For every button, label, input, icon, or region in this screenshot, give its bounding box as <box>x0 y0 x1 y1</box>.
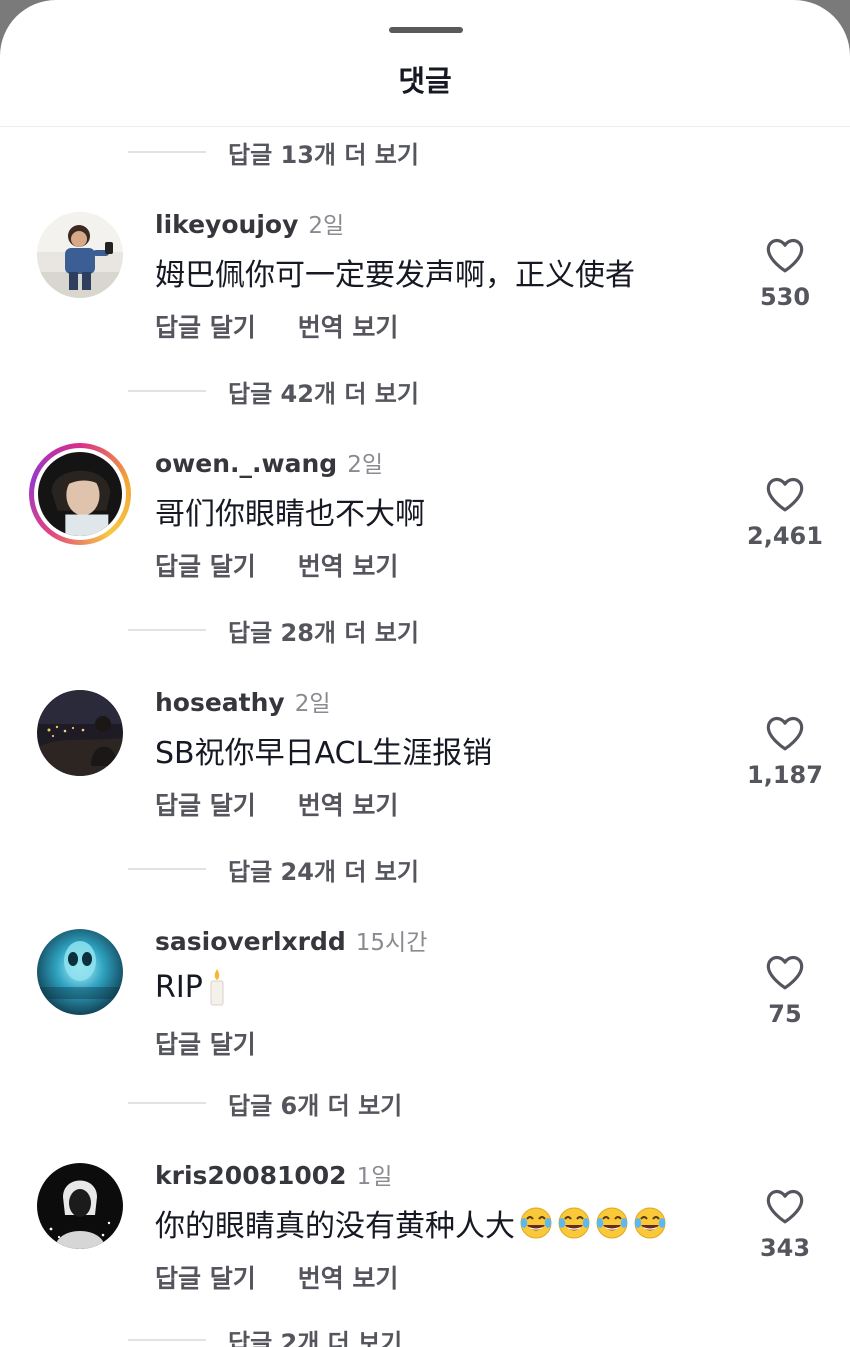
timestamp: 1일 <box>356 1164 393 1190</box>
view-more-replies-button[interactable]: 답글 6개 더 보기 <box>128 1083 402 1123</box>
view-more-replies-label: 답글 42개 더 보기 <box>228 379 419 408</box>
like-count: 530 <box>759 283 811 311</box>
comment-text-content: 你的眼睛真的没有黄种人大 <box>155 1209 515 1244</box>
reply-button[interactable]: 답글 달기 <box>155 547 256 583</box>
username[interactable]: hoseathy <box>155 688 285 717</box>
translate-button[interactable]: 번역 보기 <box>298 786 399 822</box>
reply-button[interactable]: 답글 달기 <box>155 1025 256 1061</box>
avatar[interactable] <box>37 929 123 1015</box>
like-count: 1,187 <box>747 761 823 789</box>
like-button[interactable]: 343 <box>744 1187 826 1262</box>
avatar <box>38 452 122 536</box>
view-more-replies-label: 답글 13개 더 보기 <box>228 140 419 169</box>
comment-text-content: RIP <box>155 969 203 1005</box>
candle-emoji <box>207 967 227 1007</box>
sheet-title: 댓글 <box>398 64 452 98</box>
heart-outline-icon <box>766 716 804 751</box>
avatar[interactable] <box>37 690 123 776</box>
translate-button[interactable]: 번역 보기 <box>298 308 399 344</box>
view-more-replies-label: 답글 6개 더 보기 <box>228 1091 403 1120</box>
comment-item: kris20081002 1일 你的眼睛真的没有黄种人大 답글 달기 번역 보기… <box>0 1149 850 1329</box>
comment-meta: owen._.wang 2일 <box>155 445 383 479</box>
comment-text: 你的眼睛真的没有黄种人大 <box>155 1201 667 1245</box>
reply-button[interactable]: 답글 달기 <box>155 308 256 344</box>
comment-actions: 답글 달기 번역 보기 <box>155 1259 440 1295</box>
view-more-replies-label: 답글 28개 더 보기 <box>228 618 419 647</box>
tears-of-joy-emoji <box>519 1206 553 1240</box>
view-more-replies-button[interactable]: 답글 42개 더 보기 <box>128 371 419 411</box>
header-divider <box>0 126 850 127</box>
comments-sheet: 댓글 답글 13개 더 보기 likeyoujoy 2일 姆巴佩你可一定要发声啊… <box>0 0 850 1347</box>
comment-text: 姆巴佩你可一定要发声啊，正义使者 <box>155 258 635 293</box>
comment-item: owen._.wang 2일 哥们你眼睛也不大啊 답글 달기 번역 보기 2,4… <box>0 437 850 617</box>
comment-meta: likeyoujoy 2일 <box>155 206 344 240</box>
translate-button[interactable]: 번역 보기 <box>298 1259 399 1295</box>
username[interactable]: owen._.wang <box>155 449 337 478</box>
heart-outline-icon <box>766 1189 804 1224</box>
comment-actions: 답글 달기 번역 보기 <box>155 308 440 344</box>
like-count: 75 <box>768 1000 802 1028</box>
avatar[interactable] <box>37 1163 123 1249</box>
comment-item: likeyoujoy 2일 姆巴佩你可一定要发声啊，正义使者 답글 달기 번역 … <box>0 198 850 378</box>
comment-text: RIP <box>155 967 227 1007</box>
like-button[interactable]: 530 <box>744 236 826 311</box>
username[interactable]: sasioverlxrdd <box>155 927 346 956</box>
like-count: 2,461 <box>747 522 823 550</box>
comment-actions: 답글 달기 <box>155 1025 298 1061</box>
reply-divider <box>128 1102 206 1104</box>
view-more-replies-button[interactable]: 답글 28개 더 보기 <box>128 610 419 650</box>
reply-button[interactable]: 답글 달기 <box>155 786 256 822</box>
heart-outline-icon <box>766 238 804 273</box>
view-more-replies-label: 답글 2개 더 보기 <box>228 1328 403 1347</box>
comment-meta: kris20081002 1일 <box>155 1157 392 1191</box>
reply-divider <box>128 151 206 153</box>
comment-actions: 답글 달기 번역 보기 <box>155 786 440 822</box>
timestamp: 2일 <box>347 452 383 478</box>
like-button[interactable]: 2,461 <box>744 475 826 550</box>
avatar[interactable] <box>37 212 123 298</box>
username[interactable]: kris20081002 <box>155 1161 347 1190</box>
tears-of-joy-emoji <box>595 1206 629 1240</box>
sheet-drag-handle[interactable] <box>389 27 463 33</box>
comment-item: hoseathy 2일 SB祝你早日ACL生涯报销 답글 달기 번역 보기 1,… <box>0 676 850 856</box>
heart-outline-icon <box>766 955 804 990</box>
heart-outline-icon <box>766 477 804 512</box>
reply-divider <box>128 629 206 631</box>
avatar-story-ring[interactable] <box>29 443 131 545</box>
reply-divider <box>128 1339 206 1341</box>
comment-item: sasioverlxrdd 15시간 RIP 답글 달기 75 <box>0 915 850 1095</box>
tears-of-joy-emoji <box>633 1206 667 1240</box>
tears-of-joy-emoji <box>557 1206 591 1240</box>
comment-actions: 답글 달기 번역 보기 <box>155 547 440 583</box>
comment-text: SB祝你早日ACL生涯报销 <box>155 736 493 771</box>
username[interactable]: likeyoujoy <box>155 210 298 239</box>
reply-button[interactable]: 답글 달기 <box>155 1259 256 1295</box>
view-more-replies-button[interactable]: 답글 2개 더 보기 <box>128 1320 402 1347</box>
timestamp: 2일 <box>308 213 345 239</box>
comment-meta: hoseathy 2일 <box>155 684 331 718</box>
view-more-replies-label: 답글 24개 더 보기 <box>228 857 419 886</box>
view-more-replies-button[interactable]: 답글 24개 더 보기 <box>128 849 419 889</box>
timestamp: 15시간 <box>355 930 428 956</box>
like-button[interactable]: 75 <box>744 953 826 1028</box>
like-button[interactable]: 1,187 <box>744 714 826 789</box>
timestamp: 2일 <box>294 691 331 717</box>
comment-meta: sasioverlxrdd 15시간 <box>155 923 427 957</box>
translate-button[interactable]: 번역 보기 <box>298 547 399 583</box>
view-more-replies-button[interactable]: 답글 13개 더 보기 <box>128 132 419 172</box>
reply-divider <box>128 868 206 870</box>
like-count: 343 <box>759 1234 811 1262</box>
reply-divider <box>128 390 206 392</box>
comment-text: 哥们你眼睛也不大啊 <box>155 497 425 532</box>
